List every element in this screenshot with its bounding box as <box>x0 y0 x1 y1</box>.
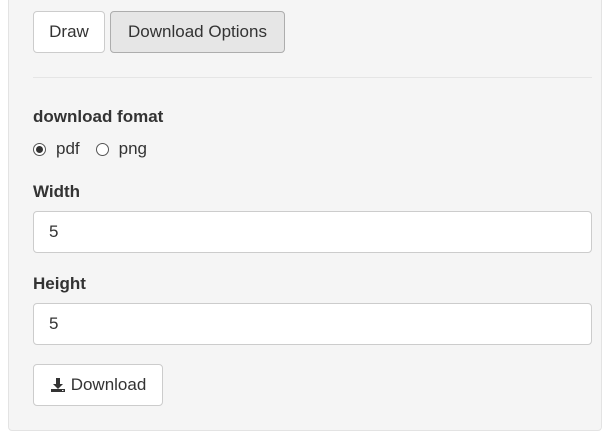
download-icon <box>50 378 65 392</box>
radio-png-label: png <box>118 139 148 158</box>
draw-button-label: Draw <box>49 22 89 41</box>
radio-pdf-label: pdf <box>56 139 80 158</box>
height-input[interactable]: 5 <box>33 303 592 345</box>
download-options-button[interactable]: Download Options <box>110 11 285 53</box>
height-input-value: 5 <box>49 314 59 333</box>
width-input[interactable]: 5 <box>33 211 592 253</box>
radio-pdf[interactable] <box>33 142 46 156</box>
width-input-value: 5 <box>49 222 59 241</box>
divider <box>33 77 592 78</box>
radio-option-png[interactable]: png <box>95 139 148 159</box>
download-format-label: download fomat <box>33 107 164 126</box>
download-button[interactable]: Download <box>33 364 163 406</box>
width-label: Width <box>33 182 81 201</box>
download-button-label: Download <box>70 375 147 394</box>
radio-png[interactable] <box>95 142 109 156</box>
download-format-radio-group: pdf png <box>33 137 163 161</box>
draw-button[interactable]: Draw <box>33 11 105 53</box>
download-options-button-label: Download Options <box>128 22 267 41</box>
radio-option-pdf[interactable]: pdf <box>33 139 80 159</box>
height-label: Height <box>33 274 86 293</box>
